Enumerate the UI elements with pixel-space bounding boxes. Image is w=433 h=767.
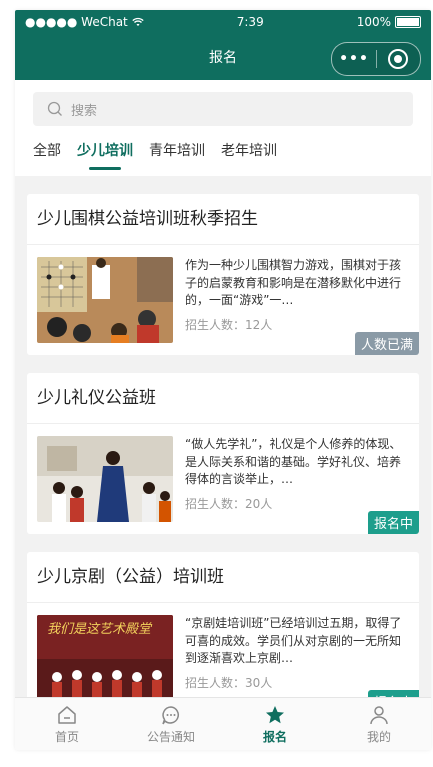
tabbar-label: 我的 — [366, 729, 391, 744]
battery-percent: 100% — [356, 15, 391, 29]
page-title: 报名 — [209, 50, 237, 66]
tabbar-mine[interactable]: 我的 — [327, 698, 431, 750]
tabbar-home[interactable]: 首页 — [15, 698, 119, 750]
category-tabs: 全部 少儿培训 青年培训 老年培训 — [15, 126, 431, 176]
course-description: “做人先学礼”，礼仪是个人修养的体现、是人际关系和谐的基础。学好礼仪、培养得体的… — [185, 437, 402, 486]
course-list: 少儿围棋公益培训班秋季招生 作为一种少儿围棋智力游戏，围棋对于孩子的启蒙教育和影… — [15, 176, 431, 713]
enrollment-count: 招生人数：30人 — [185, 676, 273, 690]
message-icon — [162, 705, 179, 724]
course-card[interactable]: 少儿礼仪公益班 “做人先学礼”，礼仪是个人修养的体现、是人际关系和谐的基础。学好… — [27, 373, 419, 534]
tab-senior-training[interactable]: 老年培训 — [221, 140, 277, 170]
star-icon — [266, 705, 284, 723]
battery-icon — [395, 16, 421, 28]
status-time: 7:39 — [236, 15, 264, 29]
phone-screen: ●●●●● WeChat 7:39 100% 报名 ••• 搜索 全部 少儿培训… — [15, 10, 431, 750]
course-title: 少儿围棋公益培训班秋季招生 — [27, 194, 419, 245]
course-description: “京剧娃培训班”已经培训过五期，取得了可喜的成效。学员们从对京剧的一无所知到逐渐… — [185, 616, 402, 665]
enrollment-count: 招生人数：12人 — [185, 318, 273, 332]
course-thumbnail: 我们是这艺术殿堂 — [37, 615, 173, 701]
tabbar-label: 公告通知 — [146, 729, 195, 744]
menu-capsule: ••• — [331, 42, 421, 76]
tab-youth-training[interactable]: 青年培训 — [149, 140, 205, 170]
search-input[interactable]: 搜索 — [33, 92, 413, 126]
home-icon — [58, 705, 76, 724]
wifi-icon — [132, 17, 144, 26]
tabbar-signup[interactable]: 报名 — [223, 698, 327, 750]
search-placeholder: 搜索 — [71, 103, 98, 119]
tabbar-label: 报名 — [262, 729, 287, 744]
tab-all[interactable]: 全部 — [33, 140, 61, 170]
close-mini-program-button[interactable] — [377, 49, 419, 69]
more-dots-icon[interactable]: ••• — [332, 51, 376, 67]
status-badge: 报名中 — [367, 511, 419, 534]
enrollment-count: 招生人数：20人 — [185, 497, 273, 511]
course-title: 少儿礼仪公益班 — [27, 373, 419, 424]
course-title: 少儿京剧（公益）培训班 — [27, 552, 419, 603]
status-badge: 人数已满 — [354, 332, 419, 355]
tabbar-label: 首页 — [54, 729, 79, 744]
bottom-tab-bar: 首页 公告通知 报名 我的 — [15, 697, 431, 750]
user-icon — [370, 705, 388, 724]
course-thumbnail — [37, 436, 173, 522]
tab-children-training[interactable]: 少儿培训 — [77, 140, 133, 170]
carrier-label: ●●●●● WeChat — [25, 15, 128, 29]
target-icon — [388, 49, 408, 69]
search-area: 搜索 — [15, 80, 431, 126]
course-card[interactable]: 少儿围棋公益培训班秋季招生 作为一种少儿围棋智力游戏，围棋对于孩子的启蒙教育和影… — [27, 194, 419, 355]
tabbar-notices[interactable]: 公告通知 — [119, 698, 223, 750]
course-description: 作为一种少儿围棋智力游戏，围棋对于孩子的启蒙教育和影响是在潜移默化中进行的，一面… — [185, 258, 402, 307]
thumbnail-banner-text: 我们是这艺术殿堂 — [47, 622, 153, 637]
course-card[interactable]: 少儿京剧（公益）培训班 我们是这艺术殿堂 “京剧娃培训班”已经培训过五期，取得了… — [27, 552, 419, 713]
search-icon — [47, 101, 62, 116]
status-bar: ●●●●● WeChat 7:39 100% — [15, 10, 431, 34]
course-thumbnail — [37, 257, 173, 343]
nav-bar: 报名 ••• — [15, 34, 431, 80]
